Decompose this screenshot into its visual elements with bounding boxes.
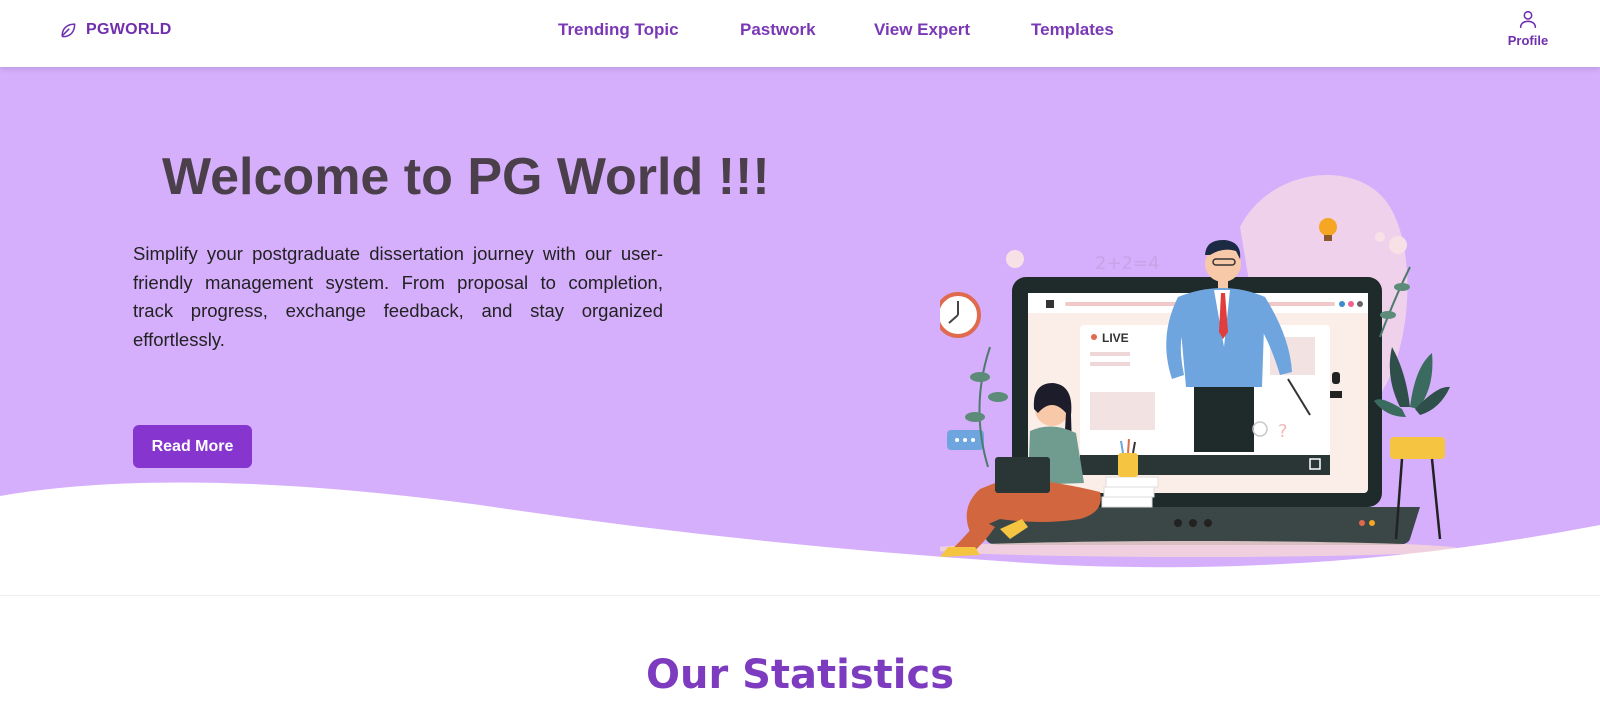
main-nav: Trending Topic Pastwork View Expert Temp… (0, 20, 1600, 42)
hero-title: Welcome to PG World !!! (162, 148, 770, 206)
live-badge: LIVE (1102, 331, 1129, 345)
svg-text:?: ? (1278, 421, 1288, 442)
board-equation: 2+2=4 (1095, 253, 1160, 274)
nav-view-expert[interactable]: View Expert (874, 20, 970, 40)
hero-description: Simplify your postgraduate dissertation … (133, 243, 663, 350)
hero-wave (0, 482, 1600, 587)
clock-icon (940, 292, 981, 338)
profile-button[interactable]: Profile (1498, 8, 1558, 48)
nav-trending-topic[interactable]: Trending Topic (558, 20, 679, 40)
user-icon (1519, 10, 1537, 29)
stats-section-title: Our Statistics (645, 652, 955, 698)
profile-label: Profile (1507, 33, 1549, 48)
read-more-button[interactable]: Read More (133, 425, 252, 468)
nav-templates[interactable]: Templates (1031, 20, 1114, 40)
hero-section: Welcome to PG World !!! Simplify your po… (0, 67, 1600, 587)
chat-bubble-icon (947, 430, 984, 450)
top-navbar: PGWORLD Trending Topic Pastwork View Exp… (0, 0, 1600, 67)
section-divider (0, 595, 1600, 596)
nav-pastwork[interactable]: Pastwork (740, 20, 816, 40)
